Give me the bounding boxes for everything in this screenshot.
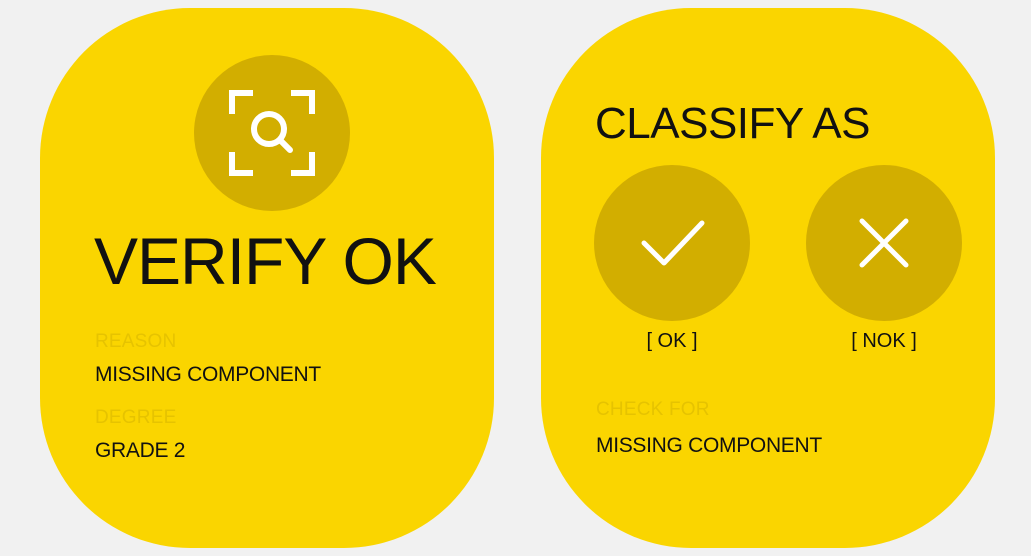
verify-card: VERIFY OK REASON MISSING COMPONENT DEGRE… (40, 8, 494, 548)
scan-search-icon (229, 90, 315, 176)
ok-label: [ OK ] (646, 330, 698, 352)
reason-label: REASON (95, 331, 177, 352)
nok-label: [ NOK ] (851, 330, 917, 352)
classify-title: CLASSIFY AS (595, 99, 870, 148)
verify-title: VERIFY OK (94, 224, 437, 298)
degree-label: DEGREE (95, 407, 177, 428)
check-icon (641, 220, 705, 266)
classify-ok-button[interactable] (594, 165, 750, 321)
degree-value: GRADE 2 (95, 439, 186, 462)
classify-nok-button[interactable] (806, 165, 962, 321)
check-for-value: MISSING COMPONENT (596, 434, 822, 457)
check-for-label: CHECK FOR (596, 399, 710, 420)
reason-value: MISSING COMPONENT (95, 363, 321, 386)
classify-card: CLASSIFY AS [ OK ] [ NOK ] CHECK FOR MIS… (541, 8, 995, 548)
scan-icon-circle (194, 55, 350, 211)
close-icon (859, 218, 909, 268)
